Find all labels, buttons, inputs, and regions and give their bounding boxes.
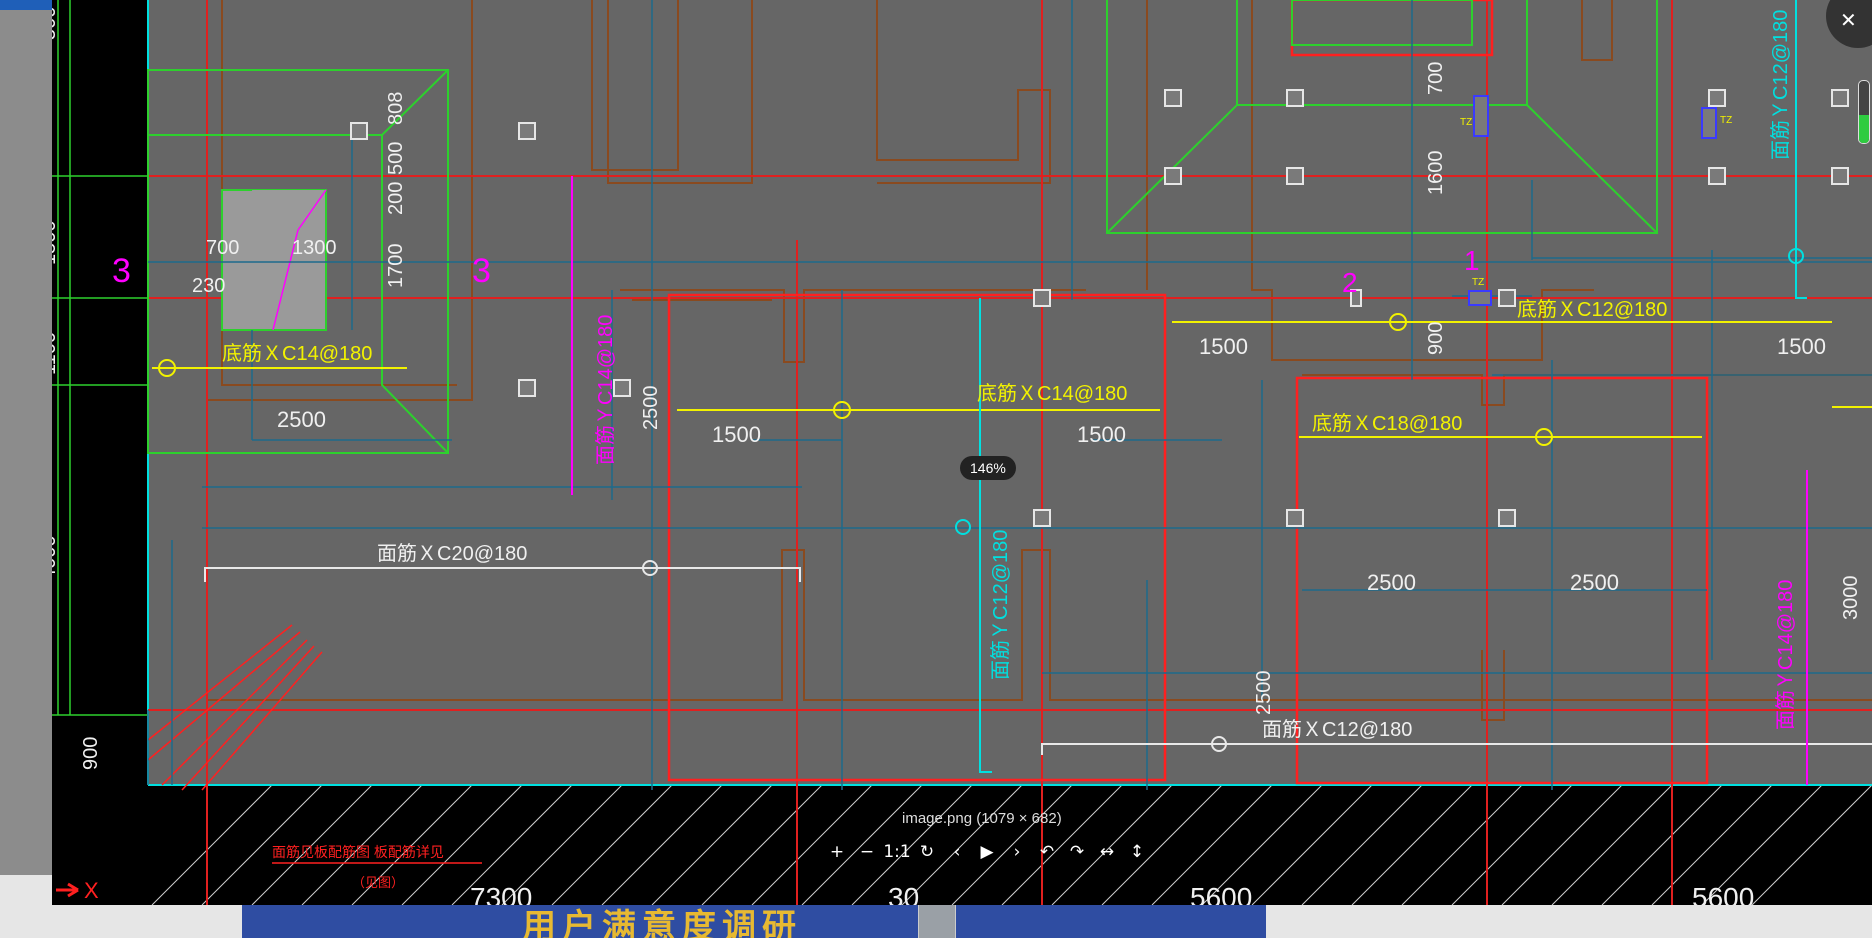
rebar-c14-vert-magenta: 面筋ＹC14@180 [594, 315, 617, 465]
thumbnail-preview[interactable] [918, 905, 956, 938]
zoom-out-icon[interactable]: − [852, 842, 882, 862]
dim-808: 808 [385, 92, 407, 125]
grid-7300: 7300 [470, 882, 532, 905]
flip-horizontal-icon[interactable]: ↔ [1092, 842, 1122, 862]
next-icon[interactable]: › [1002, 842, 1032, 862]
dim-2500: 2500 [277, 407, 326, 432]
left-1100: 1100 [52, 332, 60, 375]
viewer-toolbar: + −1:1 ↻ ‹ ▶ › ↶ ↷ ↔ ↕ [822, 838, 1152, 866]
rotate-right-icon[interactable]: ↷ [1062, 842, 1092, 862]
window-accent [0, 0, 52, 10]
dim-3000: 3000 [1840, 576, 1862, 621]
flip-vertical-icon[interactable]: ↕ [1122, 842, 1152, 862]
dim-900-left: 900 [80, 737, 102, 770]
dim-2500-low: 2500 [1253, 671, 1275, 716]
dim-1600: 1600 [1425, 151, 1447, 196]
background-banner: 用户满意度调研 [242, 905, 1266, 938]
dim-700-top: 700 [1425, 62, 1447, 95]
zoom-in-icon[interactable]: + [822, 842, 852, 862]
zoom-level-badge: 146% [960, 456, 1016, 480]
close-icon: ✕ [1840, 8, 1857, 32]
grid-5600-a: 5600 [1190, 882, 1252, 905]
zoom-scroll-indicator[interactable] [1858, 80, 1870, 144]
section-mark-3-left: 3 [112, 252, 131, 290]
rebar-c12-top: 底筋ＸC12@180 [1517, 298, 1667, 321]
background-window-panel [0, 0, 52, 875]
actual-size-icon[interactable]: 1:1 [882, 842, 912, 862]
cad-drawing[interactable]: 700 1300 230 2500 1500 1500 1500 1500 25… [52, 0, 1872, 905]
left-4000: 4000 [52, 536, 60, 581]
rebar-c14-vert-magenta-r: 面筋ＹC14@180 [1774, 580, 1797, 730]
tz-tag-3: TZ [1472, 277, 1484, 288]
dim-2500-r1: 2500 [1367, 570, 1416, 595]
rebar-c12-low: 面筋ＸC12@180 [1262, 718, 1412, 741]
rebar-c18: 底筋ＸC18@180 [1312, 412, 1462, 435]
image-caption: image.png (1079 × 682) [902, 810, 1062, 827]
rebar-c20: 面筋ＸC20@180 [377, 542, 527, 565]
dim-200: 200 [385, 182, 407, 215]
image-viewer: 700 1300 230 2500 1500 1500 1500 1500 25… [0, 0, 1872, 938]
left-500: 500 [52, 7, 60, 40]
section-mark-3-right: 3 [472, 252, 491, 290]
dim-2500-r2: 2500 [1570, 570, 1619, 595]
dim-1500-a: 1500 [712, 422, 761, 447]
left-1500: 1500 [52, 221, 60, 266]
axis-x-label: X [84, 878, 99, 903]
dim-2500-vert: 2500 [640, 386, 662, 431]
section-mark-1: 1 [1464, 245, 1480, 276]
dim-1300: 1300 [292, 237, 337, 259]
tz-tag-2: TZ [1720, 115, 1732, 126]
grid-30: 30 [888, 882, 919, 905]
grid-5600-b: 5600 [1692, 882, 1754, 905]
dim-500: 500 [385, 142, 407, 175]
dim-1500-c: 1500 [1199, 334, 1248, 359]
dim-1500-d: 1500 [1777, 334, 1826, 359]
dim-1500-b: 1500 [1077, 422, 1126, 447]
banner-text: 用户满意度调研 [522, 907, 802, 938]
dim-900: 900 [1425, 322, 1447, 355]
image-canvas[interactable]: 700 1300 230 2500 1500 1500 1500 1500 25… [52, 0, 1872, 905]
dim-1700: 1700 [385, 244, 407, 289]
dim-230: 230 [192, 275, 225, 297]
play-icon[interactable]: ▶ [972, 842, 1002, 862]
reset-icon[interactable]: ↻ [912, 842, 942, 862]
dim-700: 700 [206, 237, 239, 259]
rebar-c14-mid: 底筋ＸC14@180 [977, 382, 1127, 405]
section-mark-2: 2 [1342, 267, 1358, 298]
rebar-c12-vert-cyan: 面筋ＹC12@180 [989, 530, 1012, 680]
tz-tag-1: TZ [1460, 117, 1472, 128]
drawing-note-2: （见图） [352, 875, 404, 890]
drawing-note: 面筋见板配筋图 板配筋详见 [272, 844, 444, 860]
zoom-scroll-fill [1859, 115, 1869, 143]
prev-icon[interactable]: ‹ [942, 842, 972, 862]
rotate-left-icon[interactable]: ↶ [1032, 842, 1062, 862]
rebar-c14-left: 底筋ＸC14@180 [222, 342, 372, 365]
rebar-c12-vert-right: 面筋ＹC12@180 [1769, 10, 1792, 160]
